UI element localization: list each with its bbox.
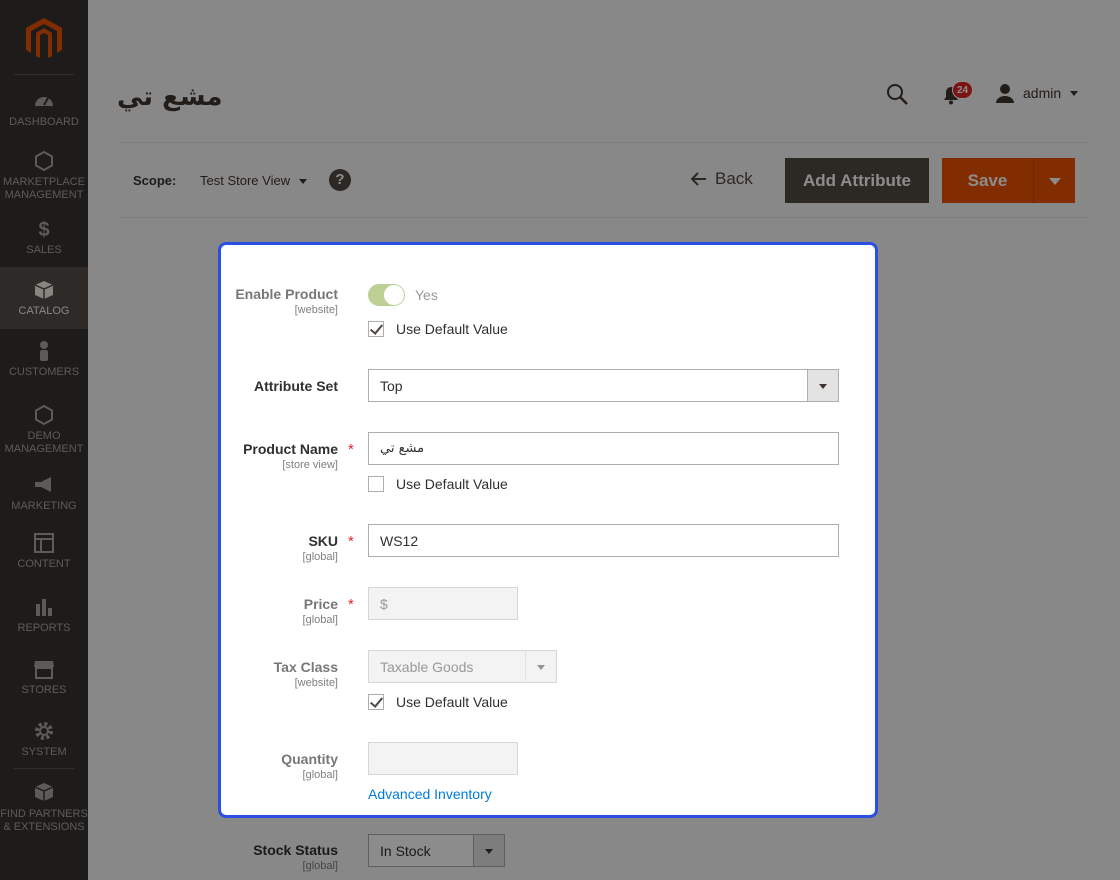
use-default-checkbox[interactable] — [368, 476, 384, 492]
required-marker: * — [348, 596, 354, 613]
quantity-scope: [global] — [302, 769, 338, 781]
price-input[interactable]: $ — [368, 587, 518, 620]
sku-input[interactable]: WS12 — [368, 524, 839, 557]
product-name-row: Product Name [store view] — [221, 441, 338, 481]
attribute-set-row: Attribute Set — [221, 378, 338, 398]
enable-product-label: Enable Product — [235, 286, 338, 302]
product-name-label: Product Name — [243, 441, 338, 457]
use-default-label: Use Default Value — [396, 321, 508, 337]
use-default-label: Use Default Value — [396, 694, 508, 710]
price-scope: [global] — [302, 614, 338, 626]
enable-product-value: Yes — [415, 287, 438, 303]
enable-product-toggle[interactable] — [368, 284, 405, 306]
product-name-value: مشع تي — [380, 441, 425, 456]
product-name-input[interactable]: مشع تي — [368, 432, 839, 465]
chevron-down-icon — [807, 370, 838, 401]
attribute-set-select[interactable]: Top — [368, 369, 839, 402]
tax-class-value: Taxable Goods — [380, 658, 474, 675]
attribute-set-value: Top — [380, 377, 403, 394]
tax-class-use-default[interactable]: Use Default Value — [368, 694, 508, 710]
enable-product-scope: [website] — [294, 304, 338, 316]
sku-label: SKU — [308, 533, 338, 549]
highlighted-form-section: Enable Product [website] Yes Use Default… — [218, 242, 878, 818]
sku-value: WS12 — [380, 532, 419, 549]
quantity-row: Quantity [global] — [221, 751, 338, 791]
use-default-label: Use Default Value — [396, 476, 508, 492]
price-label: Price — [303, 596, 338, 612]
price-prefix: $ — [380, 595, 388, 612]
required-marker: * — [348, 441, 354, 458]
product-name-use-default[interactable]: Use Default Value — [368, 476, 508, 492]
use-default-checkbox[interactable] — [368, 694, 384, 710]
quantity-label: Quantity — [281, 751, 338, 767]
advanced-inventory-link[interactable]: Advanced Inventory — [368, 786, 492, 802]
sku-row: SKU [global] — [221, 533, 338, 573]
required-marker: * — [348, 533, 354, 550]
tax-class-select[interactable]: Taxable Goods — [368, 650, 557, 683]
enable-product-row: Enable Product [website] — [221, 286, 338, 326]
tax-class-scope: [website] — [294, 677, 338, 689]
tax-class-label: Tax Class — [273, 659, 338, 675]
attribute-set-label: Attribute Set — [254, 378, 338, 394]
sku-scope: [global] — [302, 551, 338, 563]
enable-product-use-default[interactable]: Use Default Value — [368, 321, 508, 337]
chevron-down-icon — [525, 651, 556, 682]
price-row: Price [global] — [221, 596, 338, 636]
quantity-input[interactable] — [368, 742, 518, 775]
use-default-checkbox[interactable] — [368, 321, 384, 337]
tax-class-row: Tax Class [website] — [221, 659, 338, 699]
product-name-scope: [store view] — [282, 459, 338, 471]
